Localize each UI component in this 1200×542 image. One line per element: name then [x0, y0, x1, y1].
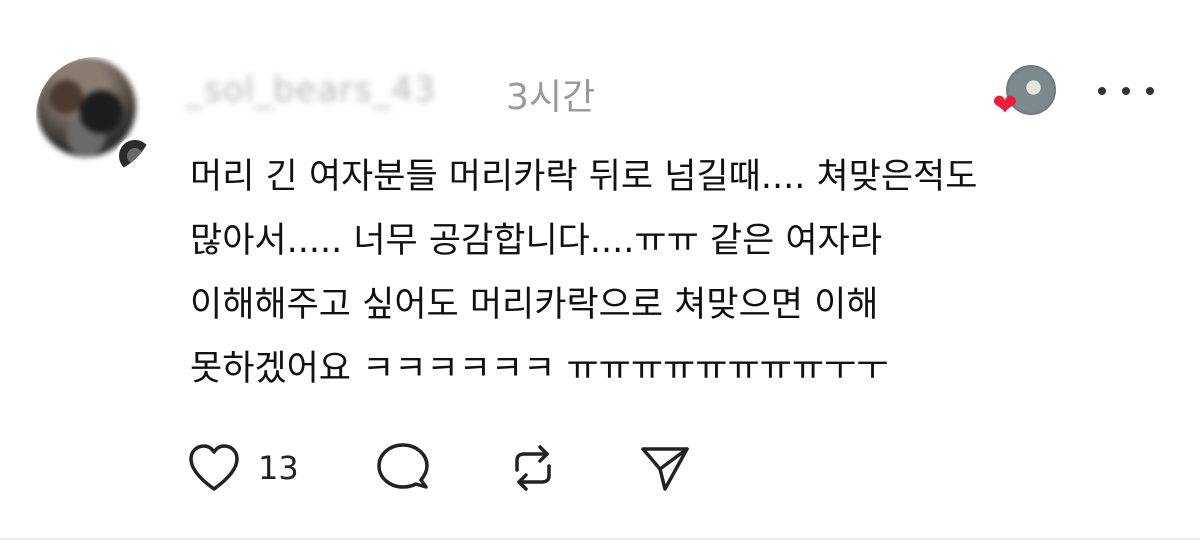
- reply-button[interactable]: [375, 440, 431, 496]
- post-body-line: 이해해주고 싶어도 머리카락으로 쳐맞으면 이해: [190, 285, 879, 325]
- author-avatar-badge: [116, 137, 154, 175]
- heart-outline-icon: [189, 444, 239, 491]
- like-count: 13: [258, 449, 299, 487]
- author-username[interactable]: _sol_bears_43: [186, 70, 436, 110]
- like-button[interactable]: 13: [186, 442, 299, 494]
- more-horizontal-icon-dot: [1098, 87, 1106, 95]
- post-timestamp: 3시간: [506, 77, 596, 118]
- post-body: 머리 긴 여자분들 머리카락 뒤로 넘길때.... 쳐맞은적도 많아서.....…: [190, 145, 1180, 401]
- comment-bubble-icon: [376, 443, 429, 489]
- post-body-line: 많아서..... 너무 공감합니다....ㅠㅠ 같은 여자라: [190, 221, 883, 261]
- more-horizontal-icon-dot: [1122, 87, 1130, 95]
- post-body-line: 머리 긴 여자분들 머리카락 뒤로 넘길때.... 쳐맞은적도: [190, 157, 978, 197]
- post-divider: [0, 538, 1200, 540]
- send-icon: [640, 447, 689, 491]
- author-avatar[interactable]: [36, 57, 154, 175]
- post-actions: 13: [186, 438, 693, 498]
- heart-filled-icon: ❤: [992, 88, 1018, 123]
- repost-icon: [514, 445, 551, 491]
- share-button[interactable]: [637, 440, 693, 496]
- repost-button[interactable]: [505, 440, 561, 496]
- more-horizontal-icon-dot: [1146, 87, 1154, 95]
- thread-post: _sol_bears_43 3시간 ❤ 머리 긴 여자분들 머리카락 뒤로 넘길…: [0, 0, 1200, 542]
- post-body-line: 못하겠어요 ㅋㅋㅋㅋㅋㅋ ㅠㅠㅠㅠㅠㅠㅠㅠㅜㅜ: [190, 349, 889, 389]
- more-options-button[interactable]: [1098, 76, 1154, 106]
